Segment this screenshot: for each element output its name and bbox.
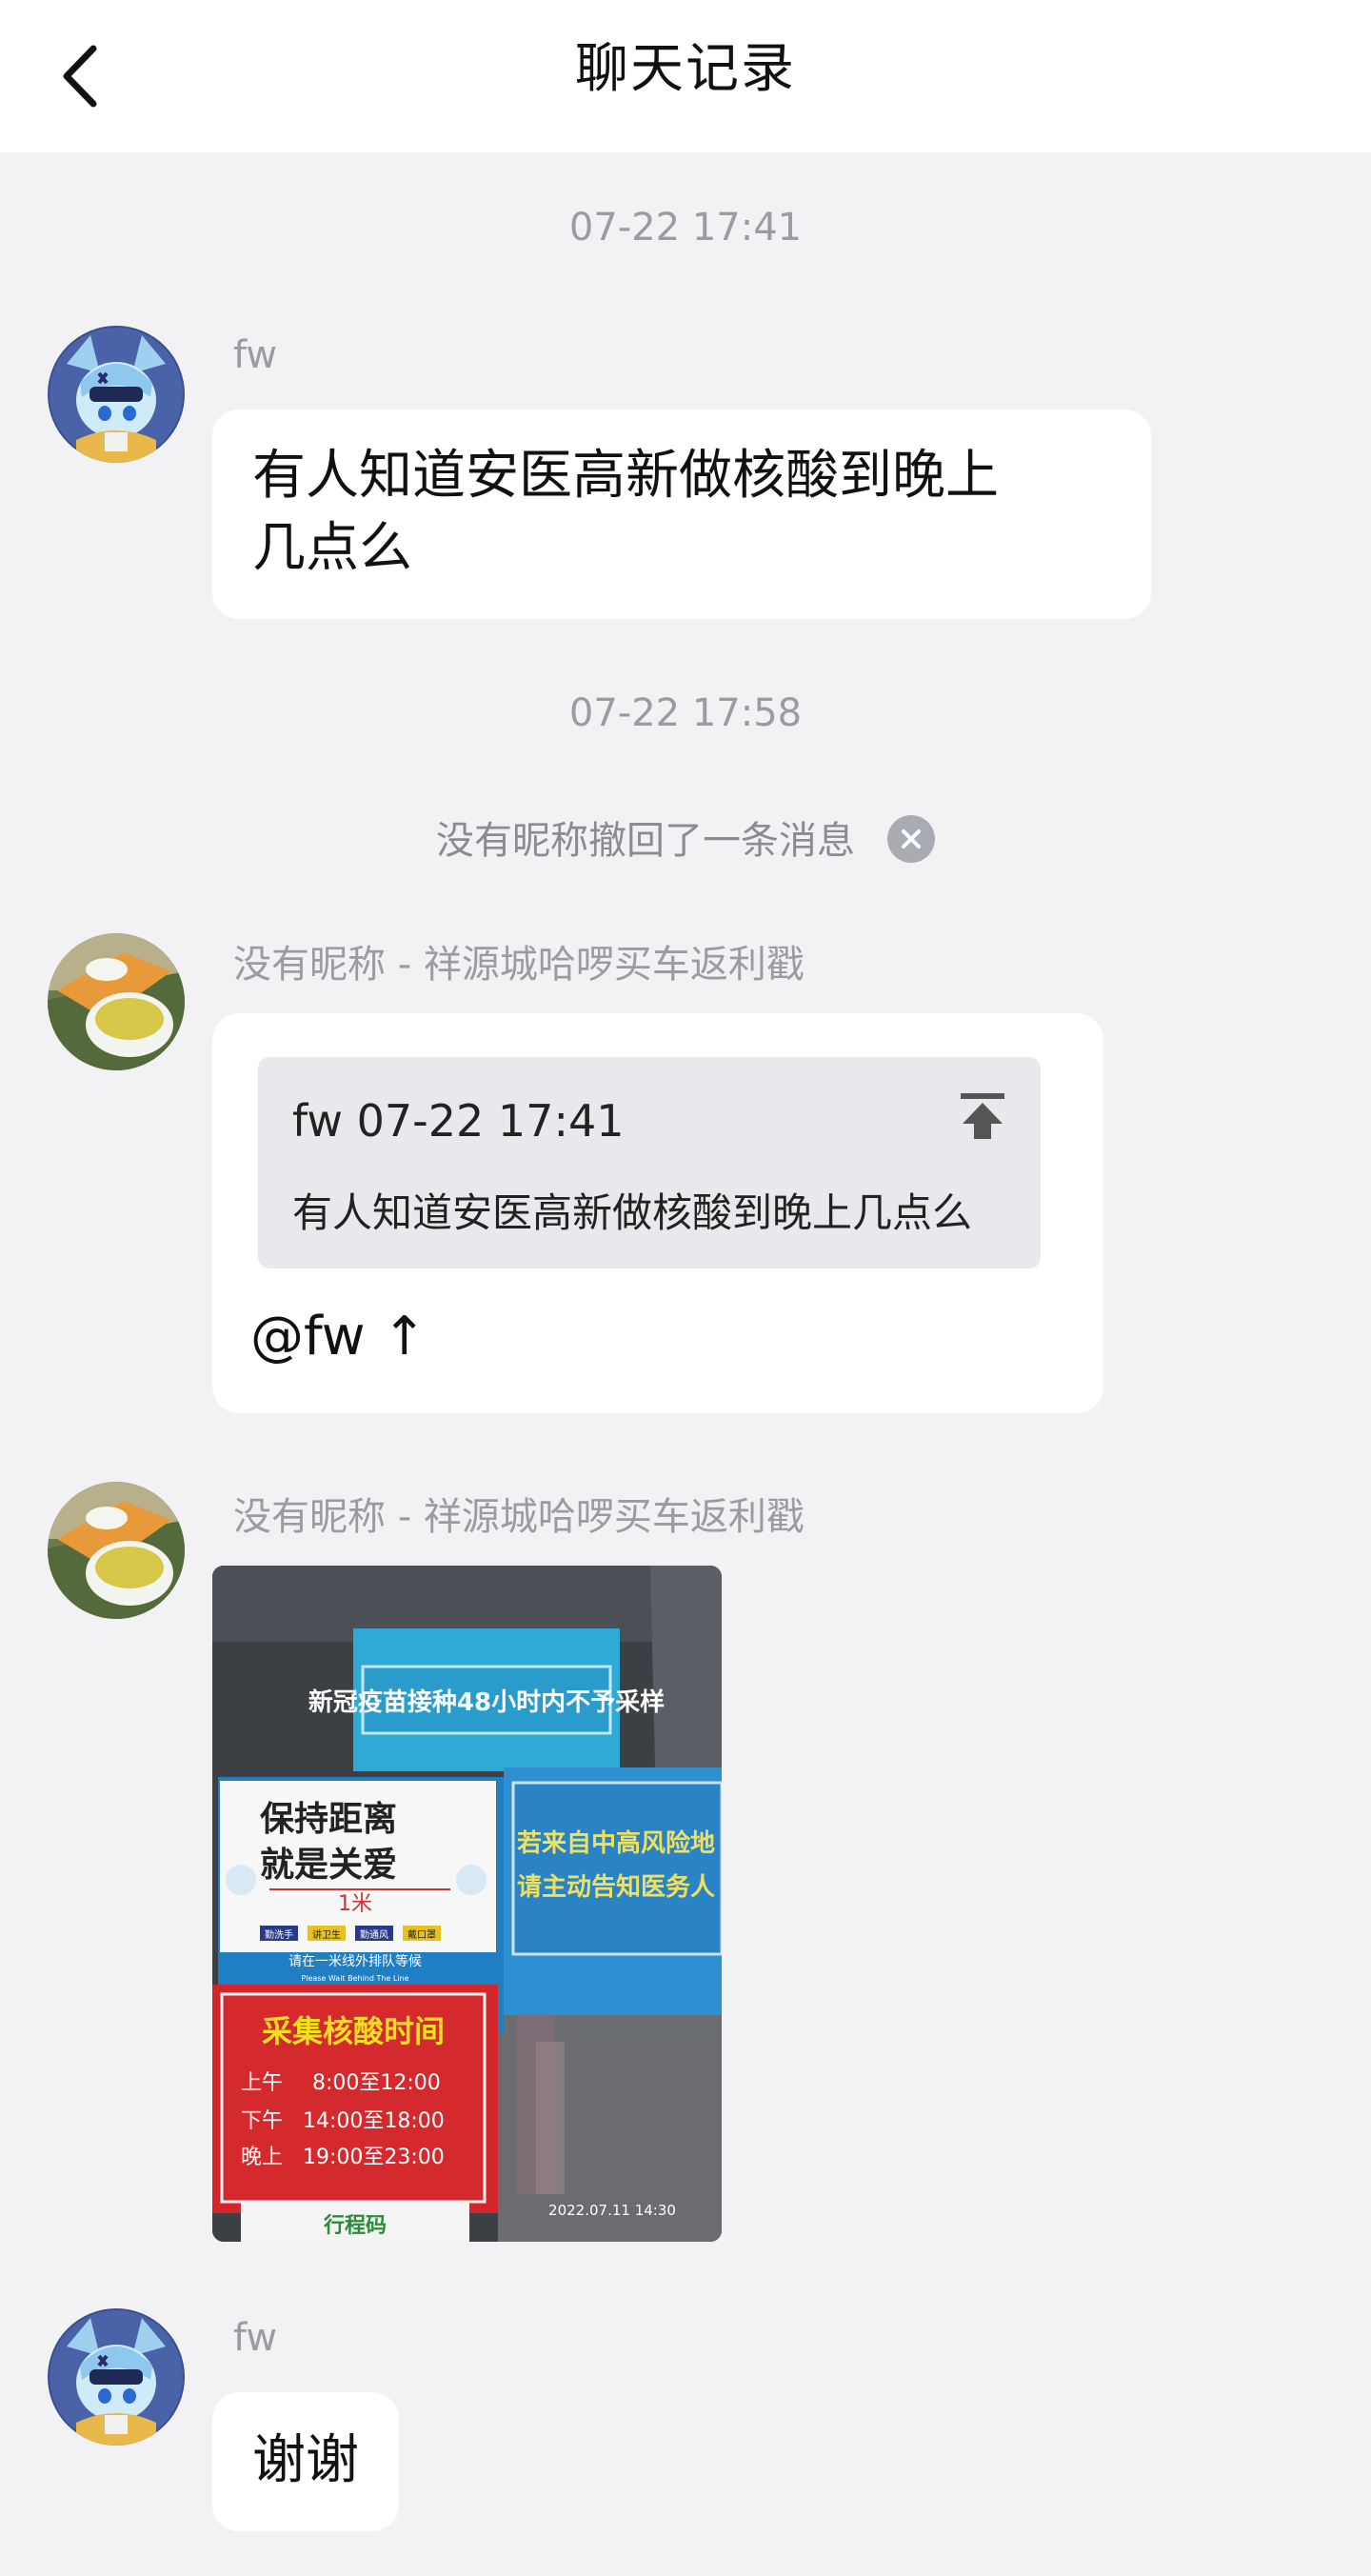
photo-timestamp: 2022.07.11 14:30 — [548, 2202, 676, 2219]
page-title: 聊天记录 — [575, 38, 796, 100]
quote-text: 有人知道安医高新做核酸到晚上几点么 — [292, 1189, 973, 1236]
photo-hours-time: 8:00至12:00 — [312, 2071, 441, 2095]
photo-message[interactable]: 新冠疫苗接种48小时内不予采样 若来自中高风险地 请主动告知医务人 保持距离 就… — [212, 1566, 722, 2242]
recall-notice: 没有昵称撤回了一条消息 — [0, 809, 1371, 867]
photo-sign-left-distance: 1米 — [338, 1892, 372, 1916]
photo-image: 新冠疫苗接种48小时内不予采样 若来自中高风险地 请主动告知医务人 保持距离 就… — [212, 1566, 722, 2242]
photo-sign-left-queue: 请在一米线外排队等候 — [288, 1953, 422, 1969]
photo-sign-right-2: 请主动告知医务人 — [517, 1873, 715, 1902]
sender-name: fw — [233, 2316, 278, 2360]
avatar-fw[interactable] — [48, 326, 185, 463]
photo-hours-title: 采集核酸时间 — [262, 2013, 445, 2049]
photo-hours-label: 下午 — [241, 2109, 283, 2133]
header-bar: 聊天记录 — [0, 0, 1371, 152]
photo-hours-time: 14:00至18:00 — [303, 2109, 445, 2133]
back-button[interactable] — [57, 29, 152, 124]
avatar-fw[interactable] — [48, 2308, 185, 2446]
avatar-user[interactable] — [48, 1482, 185, 1619]
sender-name: 没有昵称 - 祥源城哈啰买车返利戳 — [233, 1495, 805, 1539]
sender-name: fw — [233, 333, 278, 377]
message-text: @fw ↑ — [250, 1306, 427, 1368]
timestamp: 07-22 17:41 — [568, 206, 803, 250]
photo-sign-left-2: 就是关爱 — [260, 1846, 397, 1885]
close-circle-icon[interactable] — [887, 815, 935, 863]
recall-text: 没有昵称撤回了一条消息 — [436, 819, 855, 863]
photo-bottom-sign: 行程码 — [323, 2213, 387, 2238]
quoted-message[interactable]: fw 07-22 17:41 有人知道安医高新做核酸到晚上几点么 — [258, 1057, 1041, 1268]
photo-tag: 讲卫生 — [312, 1928, 341, 1941]
photo-sign-right-1: 若来自中高风险地 — [517, 1828, 715, 1858]
jump-to-top-icon[interactable] — [959, 1091, 1006, 1141]
timestamp: 07-22 17:58 — [568, 691, 803, 735]
message-bubble[interactable]: 谢谢 — [212, 2392, 399, 2531]
chevron-left-icon — [63, 45, 97, 108]
avatar-user[interactable] — [48, 933, 185, 1070]
photo-hours-time: 19:00至23:00 — [303, 2146, 445, 2169]
tea-avatar-icon — [48, 933, 185, 1070]
photo-sign-left-queue-en: Please Wait Behind The Line — [301, 1974, 408, 1983]
message-bubble[interactable]: 有人知道安医高新做核酸到晚上 几点么 — [212, 409, 1151, 619]
message-text-line: 有人知道安医高新做核酸到晚上 — [252, 445, 999, 507]
photo-tag: 勤通风 — [360, 1928, 388, 1941]
anime-avatar-icon — [48, 2308, 185, 2446]
anime-avatar-icon — [48, 326, 185, 463]
sender-name: 没有昵称 - 祥源城哈啰买车返利戳 — [233, 943, 805, 987]
message-text-line: 几点么 — [252, 517, 412, 579]
photo-sign-left-1: 保持距离 — [260, 1800, 397, 1839]
quote-meta: fw 07-22 17:41 — [292, 1095, 625, 1147]
photo-sign-top: 新冠疫苗接种48小时内不予采样 — [308, 1687, 665, 1717]
photo-hours-label: 上午 — [241, 2071, 283, 2095]
tea-avatar-icon — [48, 1482, 185, 1619]
message-text: 谢谢 — [252, 2429, 359, 2491]
message-bubble[interactable]: fw 07-22 17:41 有人知道安医高新做核酸到晚上几点么 @fw ↑ — [212, 1013, 1103, 1413]
photo-tag: 勤洗手 — [265, 1928, 293, 1941]
photo-hours-label: 晚上 — [241, 2146, 283, 2169]
photo-tag: 戴口罩 — [407, 1928, 436, 1941]
